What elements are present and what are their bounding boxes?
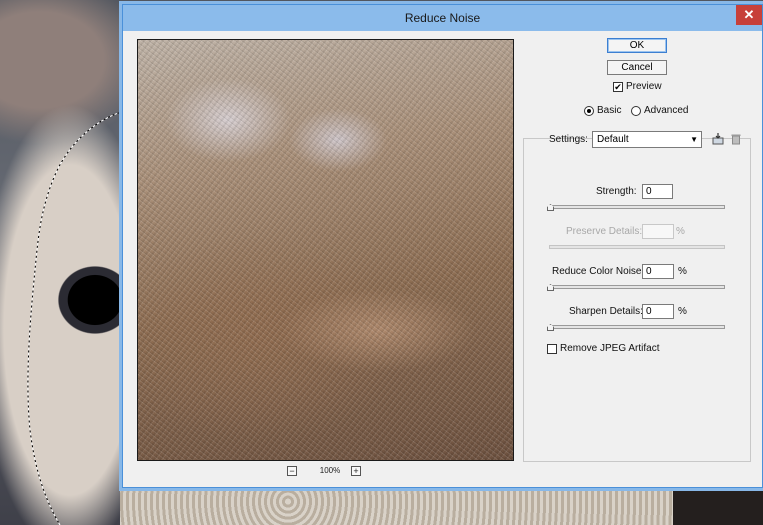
- reduce-noise-dialog: Reduce Noise ✕ − 100% + OK Cancel ✔ Prev…: [122, 4, 763, 488]
- strength-input[interactable]: 0: [642, 184, 673, 199]
- basic-label: Basic: [597, 105, 622, 116]
- reduce-color-noise-unit: %: [678, 266, 687, 277]
- reduce-color-noise-input[interactable]: 0: [642, 264, 674, 279]
- trash-icon[interactable]: [729, 132, 743, 146]
- background-fur: [120, 486, 680, 525]
- strength-label: Strength:: [596, 186, 637, 197]
- save-settings-icon[interactable]: [711, 132, 725, 146]
- basic-radio[interactable]: [584, 106, 594, 116]
- sharpen-details-slider-track[interactable]: [547, 324, 725, 331]
- preview-label: Preview: [626, 81, 662, 92]
- close-icon: ✕: [743, 7, 755, 22]
- remove-jpeg-artifact-label: Remove JPEG Artifact: [560, 343, 660, 354]
- chevron-down-icon: ▼: [690, 135, 698, 144]
- advanced-label: Advanced: [644, 105, 689, 116]
- sharpen-details-slider-thumb[interactable]: [547, 324, 554, 331]
- preview-image[interactable]: [137, 39, 514, 461]
- reduce-color-noise-label: Reduce Color Noise:: [552, 266, 645, 277]
- checkmark-icon: ✔: [614, 82, 622, 92]
- settings-label: Settings:: [549, 134, 588, 145]
- dialog-body: − 100% + OK Cancel ✔ Preview Basic Advan…: [127, 31, 758, 483]
- close-button[interactable]: ✕: [736, 5, 762, 25]
- strength-slider-thumb[interactable]: [547, 204, 554, 211]
- preserve-details-slider-track: [549, 245, 725, 249]
- sharpen-details-unit: %: [678, 306, 687, 317]
- sharpen-details-label: Sharpen Details:: [569, 306, 643, 317]
- remove-jpeg-artifact-checkbox[interactable]: [547, 344, 557, 354]
- plus-icon: +: [353, 466, 359, 476]
- settings-dropdown[interactable]: Default ▼: [592, 131, 702, 148]
- reduce-color-noise-slider-track[interactable]: [547, 284, 725, 291]
- sharpen-details-input[interactable]: 0: [642, 304, 674, 319]
- preview-noise-texture: [138, 40, 513, 460]
- reduce-color-noise-slider-thumb[interactable]: [547, 284, 554, 291]
- settings-group: [523, 138, 751, 462]
- preserve-details-label: Preserve Details:: [566, 226, 643, 237]
- dialog-titlebar[interactable]: Reduce Noise: [123, 5, 762, 31]
- cancel-button[interactable]: Cancel: [607, 60, 667, 75]
- radio-selected-dot: [587, 109, 591, 113]
- settings-value: Default: [597, 134, 629, 145]
- background-dark-corner: [673, 486, 763, 525]
- dialog-title: Reduce Noise: [404, 11, 481, 25]
- zoom-in-button[interactable]: +: [351, 466, 361, 476]
- preview-checkbox[interactable]: ✔: [613, 82, 623, 92]
- preserve-details-input: [642, 224, 674, 239]
- zoom-out-button[interactable]: −: [287, 466, 297, 476]
- advanced-radio[interactable]: [631, 106, 641, 116]
- zoom-controls: − 100% +: [137, 465, 514, 479]
- preserve-details-unit: %: [676, 226, 685, 237]
- strength-slider-track[interactable]: [547, 204, 725, 211]
- minus-icon: −: [289, 466, 295, 476]
- zoom-level: 100%: [319, 466, 341, 475]
- ok-button[interactable]: OK: [607, 38, 667, 53]
